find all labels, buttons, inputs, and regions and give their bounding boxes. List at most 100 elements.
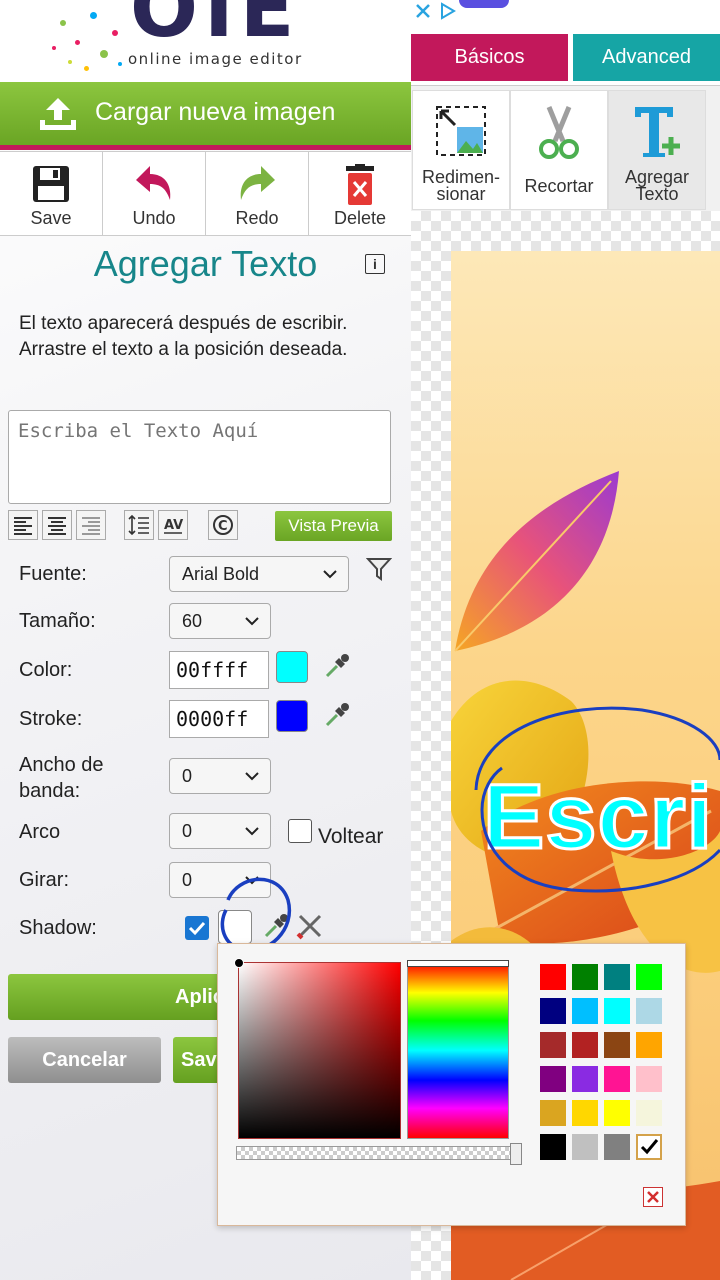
delete-label: Delete [333, 208, 387, 228]
palette-swatch[interactable] [604, 1066, 630, 1092]
close-picker-button[interactable] [643, 1187, 663, 1207]
close-icon [647, 1191, 659, 1203]
alpha-slider[interactable] [236, 1143, 522, 1165]
shadow-settings-icon[interactable] [296, 912, 324, 940]
eyedropper-icon[interactable] [323, 652, 351, 680]
resize-icon [436, 106, 486, 156]
hue-slider[interactable] [407, 960, 509, 1139]
stroke-label: Stroke: [19, 708, 83, 730]
font-select-value: Arial Bold [182, 564, 260, 584]
color-hex-input[interactable]: 00ffff [169, 651, 269, 689]
palette-swatch[interactable] [604, 1032, 630, 1058]
delete-button[interactable]: Delete [309, 152, 411, 235]
color-swatch[interactable] [276, 651, 308, 683]
save-label: Save [30, 208, 72, 228]
palette-swatch[interactable] [572, 1134, 598, 1160]
upload-new-image-button[interactable]: Cargar nueva imagen [0, 82, 411, 150]
svg-text:AV: AV [164, 518, 183, 533]
chevron-down-icon [245, 617, 259, 626]
tool-add-text[interactable]: Agregar Texto [608, 90, 706, 210]
shadow-label: Shadow: [19, 917, 97, 939]
size-select-value: 60 [182, 611, 203, 631]
band-width-label: Ancho de banda: [19, 752, 104, 804]
palette-swatch[interactable] [540, 1100, 566, 1126]
scissors-icon [539, 106, 579, 159]
shadow-checkbox[interactable] [185, 916, 209, 940]
palette-swatch[interactable] [636, 964, 662, 990]
align-center-button[interactable] [42, 510, 72, 540]
tool-crop[interactable]: Recortar [510, 90, 608, 210]
saturation-value-box[interactable] [234, 958, 401, 1139]
band-width-select[interactable]: 0 [169, 758, 271, 794]
tool-strip: Redimen- sionar Recortar Agregar Texto [411, 85, 720, 212]
tool-resize-label: Redimen- sionar [413, 168, 509, 203]
chevron-down-icon [323, 570, 337, 579]
palette-swatch[interactable] [604, 1134, 630, 1160]
info-icon[interactable]: i [365, 254, 385, 274]
align-left-button[interactable] [8, 510, 38, 540]
ad-banner[interactable] [459, 0, 509, 8]
hue-handle[interactable] [407, 960, 509, 967]
palette-swatch[interactable] [572, 1066, 598, 1092]
palette-swatch[interactable] [540, 1032, 566, 1058]
tool-resize[interactable]: Redimen- sionar [412, 90, 510, 210]
palette-swatch[interactable] [540, 1066, 566, 1092]
palette-swatch[interactable] [636, 1066, 662, 1092]
line-spacing-button[interactable] [124, 510, 154, 540]
font-label: Fuente: [19, 563, 87, 585]
size-select[interactable]: 60 [169, 603, 271, 639]
palette-swatch[interactable] [572, 964, 598, 990]
tool-add-text-label-line2: Texto [635, 184, 679, 204]
eyedropper-icon[interactable] [323, 701, 351, 729]
band-width-label-line2: banda: [19, 780, 81, 802]
filter-icon[interactable] [366, 556, 392, 582]
palette-swatch[interactable] [540, 998, 566, 1024]
redo-arrow-icon [240, 166, 275, 200]
letter-spacing-icon: AV [164, 518, 183, 534]
tab-advanced[interactable]: Advanced [573, 34, 720, 81]
palette-swatch[interactable] [572, 1100, 598, 1126]
letter-spacing-button[interactable]: AV [158, 510, 188, 540]
category-tabs: Básicos Advanced [411, 34, 720, 81]
flip-checkbox[interactable] [288, 819, 312, 843]
palette-swatch[interactable] [636, 998, 662, 1024]
palette-swatch[interactable] [572, 998, 598, 1024]
palette-swatch[interactable] [604, 964, 630, 990]
ad-close-icon[interactable] [414, 2, 432, 20]
tool-crop-label: Recortar [524, 176, 594, 196]
palette-swatch[interactable] [636, 1100, 662, 1126]
font-select[interactable]: Arial Bold [169, 556, 349, 592]
palette-swatch[interactable] [604, 1100, 630, 1126]
chevron-down-icon [245, 827, 259, 836]
copyright-button[interactable]: C [208, 510, 238, 540]
arc-select[interactable]: 0 [169, 813, 271, 849]
align-right-icon [82, 517, 100, 535]
undo-button[interactable]: Undo [103, 152, 206, 235]
stroke-swatch[interactable] [276, 700, 308, 732]
palette-swatch[interactable] [540, 1134, 566, 1160]
undo-label: Undo [132, 208, 176, 228]
alpha-handle[interactable] [510, 1143, 522, 1165]
copyright-icon: C [213, 515, 233, 535]
preview-button[interactable]: Vista Previa [275, 511, 392, 541]
palette-swatch[interactable] [540, 964, 566, 990]
redo-button[interactable]: Redo [206, 152, 309, 235]
palette-swatch[interactable] [636, 1134, 662, 1160]
text-input[interactable] [8, 410, 391, 504]
ad-strip [411, 0, 720, 22]
color-palette [540, 964, 670, 1170]
palette-swatch[interactable] [636, 1032, 662, 1058]
align-right-button[interactable] [76, 510, 106, 540]
sv-cursor[interactable] [234, 958, 244, 968]
save-button[interactable]: Save [0, 152, 103, 235]
ad-choices-icon[interactable] [439, 2, 457, 20]
cancel-button[interactable]: Cancelar [8, 1037, 161, 1083]
arc-select-value: 0 [182, 821, 193, 841]
palette-swatch[interactable] [604, 998, 630, 1024]
tab-basicos[interactable]: Básicos [411, 34, 568, 81]
rotate-label: Girar: [19, 869, 69, 891]
stroke-hex-input[interactable]: 0000ff [169, 700, 269, 738]
palette-swatch[interactable] [572, 1032, 598, 1058]
band-width-label-line1: Ancho de [19, 754, 104, 776]
size-label: Tamaño: [19, 610, 96, 632]
